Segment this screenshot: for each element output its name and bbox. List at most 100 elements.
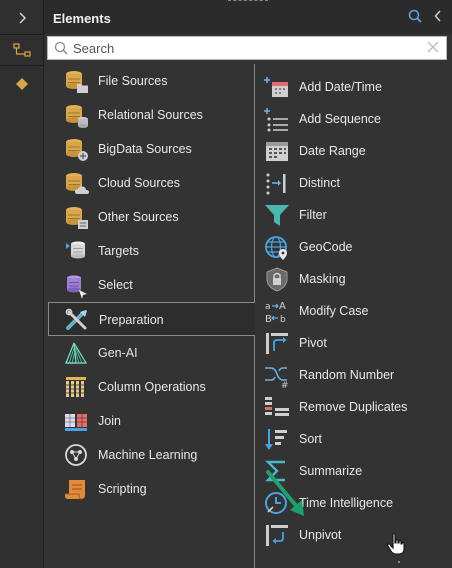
tool-filter[interactable]: Filter: [255, 199, 452, 231]
collapse-button[interactable]: [434, 10, 442, 25]
modify-case-icon: a A B b: [265, 301, 286, 324]
category-label: Other Sources: [98, 210, 179, 224]
date-range-icon: [266, 142, 288, 161]
svg-text:A: A: [279, 301, 286, 312]
search-icon: [408, 9, 422, 23]
tool-add-date-time[interactable]: Add Date/Time: [255, 71, 452, 103]
category-label: Scripting: [98, 482, 147, 496]
tool-date-range[interactable]: Date Range: [255, 135, 452, 167]
tool-pivot[interactable]: Pivot: [255, 327, 452, 359]
category-column-operations[interactable]: Column Operations: [44, 370, 254, 404]
search-input[interactable]: [73, 39, 413, 57]
scripting-icon: [65, 480, 85, 500]
sort-icon: [265, 429, 287, 450]
preparation-tools-icon: [65, 308, 87, 330]
category-other-sources[interactable]: Other Sources: [44, 200, 254, 234]
tool-modify-case[interactable]: a A B b Modify Case: [255, 295, 452, 327]
category-label: BigData Sources: [98, 142, 192, 156]
panel-title: Elements: [53, 11, 111, 26]
category-bigdata-sources[interactable]: BigData Sources: [44, 132, 254, 166]
tool-label: Random Number: [299, 368, 395, 382]
tool-label: Remove Duplicates: [299, 400, 408, 414]
svg-text:#: #: [281, 381, 289, 388]
clear-search-button[interactable]: [426, 40, 440, 57]
add-datetime-icon: [264, 77, 288, 97]
cursor-dot: [398, 561, 400, 563]
join-icon: [65, 414, 87, 431]
geocode-icon: [265, 236, 287, 260]
header-search-button[interactable]: [408, 9, 422, 26]
tool-label: Add Date/Time: [299, 80, 382, 94]
category-label: Targets: [98, 244, 139, 258]
distinct-icon: [266, 173, 286, 195]
category-label: Machine Learning: [98, 448, 198, 462]
filter-icon: [265, 205, 289, 226]
flow-tool-button[interactable]: [0, 34, 44, 66]
element-tool-button[interactable]: [0, 70, 44, 98]
category-preparation[interactable]: Preparation: [48, 302, 255, 336]
category-cloud-sources[interactable]: Cloud Sources: [44, 166, 254, 200]
tool-remove-duplicates[interactable]: Remove Duplicates: [255, 391, 452, 423]
tool-label: Masking: [299, 272, 346, 286]
tool-label: Date Range: [299, 144, 366, 158]
tool-label: GeoCode: [299, 240, 353, 254]
gen-ai-icon: [65, 342, 88, 364]
svg-text:b: b: [280, 315, 286, 324]
category-label: Column Operations: [98, 380, 206, 394]
tool-masking[interactable]: Masking: [255, 263, 452, 295]
category-join[interactable]: Join: [44, 404, 254, 438]
chevron-left-icon: [434, 10, 441, 22]
category-label: Preparation: [99, 313, 164, 327]
search-box: [47, 36, 447, 60]
tool-geocode[interactable]: GeoCode: [255, 231, 452, 263]
db-other-icon: [66, 207, 88, 229]
category-targets[interactable]: Targets: [44, 234, 254, 268]
category-machine-learning[interactable]: Machine Learning: [44, 438, 254, 472]
tool-label: Sort: [299, 432, 322, 446]
tool-sort[interactable]: Sort: [255, 423, 452, 455]
category-label: Relational Sources: [98, 108, 203, 122]
search-icon: [54, 41, 68, 55]
category-gen-ai[interactable]: Gen-AI: [44, 336, 254, 370]
tool-label: Filter: [299, 208, 327, 222]
svg-text:a: a: [265, 302, 271, 312]
category-label: Select: [98, 278, 133, 292]
unpivot-icon: [266, 525, 288, 546]
category-select[interactable]: Select: [44, 268, 254, 302]
tool-random-number[interactable]: # Random Number: [255, 359, 452, 391]
hand-cursor-icon: [387, 533, 405, 555]
tool-label: Unpivot: [299, 528, 342, 542]
target-db-icon: [66, 241, 85, 259]
columns-icon: [66, 377, 86, 397]
left-rail: [0, 0, 44, 568]
random-number-icon: #: [265, 367, 289, 388]
db-stack-icon: [66, 105, 88, 128]
category-label: File Sources: [98, 74, 168, 88]
close-icon: [427, 41, 439, 53]
panel-header: Elements: [44, 0, 452, 34]
select-db-icon: [67, 275, 87, 299]
tool-distinct[interactable]: Distinct: [255, 167, 452, 199]
masking-icon: [266, 267, 288, 292]
category-label: Cloud Sources: [98, 176, 180, 190]
expand-button[interactable]: [0, 4, 44, 32]
remove-duplicates-icon: [265, 397, 289, 416]
tool-label: Distinct: [299, 176, 340, 190]
category-list: File Sources Relational Sources BigData …: [44, 64, 255, 568]
svg-text:B: B: [265, 314, 272, 324]
tool-label: Add Sequence: [299, 112, 382, 126]
category-relational-sources[interactable]: Relational Sources: [44, 98, 254, 132]
machine-learning-icon: [65, 444, 87, 466]
diamond-icon: [16, 78, 28, 90]
category-label: Join: [98, 414, 121, 428]
drag-handle[interactable]: [228, 0, 268, 3]
category-file-sources[interactable]: File Sources: [44, 64, 254, 98]
db-cloud-icon: [66, 173, 89, 194]
db-bigdata-icon: [66, 139, 88, 161]
tool-label: Time Intelligence: [299, 496, 394, 510]
elements-panel: Elements File Sources: [44, 0, 452, 568]
category-scripting[interactable]: Scripting: [44, 472, 254, 506]
tool-add-sequence[interactable]: Add Sequence: [255, 103, 452, 135]
annotation-arrow-icon: [266, 470, 304, 516]
pivot-icon: [266, 333, 288, 354]
